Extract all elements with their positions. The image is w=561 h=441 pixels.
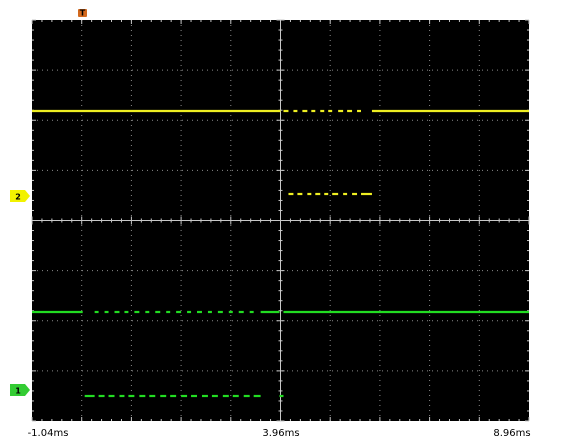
oscilloscope-display: T 2 1 -1.04ms 3.96ms 8.96ms — [10, 9, 531, 439]
trigger-marker-label: T — [80, 9, 86, 18]
x-tick-label-left: -1.04ms — [28, 428, 69, 439]
trigger-marker[interactable]: T — [78, 9, 87, 18]
x-tick-label-center: 3.96ms — [262, 428, 299, 439]
x-tick-label-right: 8.96ms — [493, 428, 530, 439]
channel-1-marker[interactable]: 1 — [10, 384, 30, 396]
channel-2-marker[interactable]: 2 — [10, 190, 30, 202]
channel-1-marker-label: 1 — [15, 387, 21, 396]
channel-2-marker-label: 2 — [15, 193, 21, 202]
